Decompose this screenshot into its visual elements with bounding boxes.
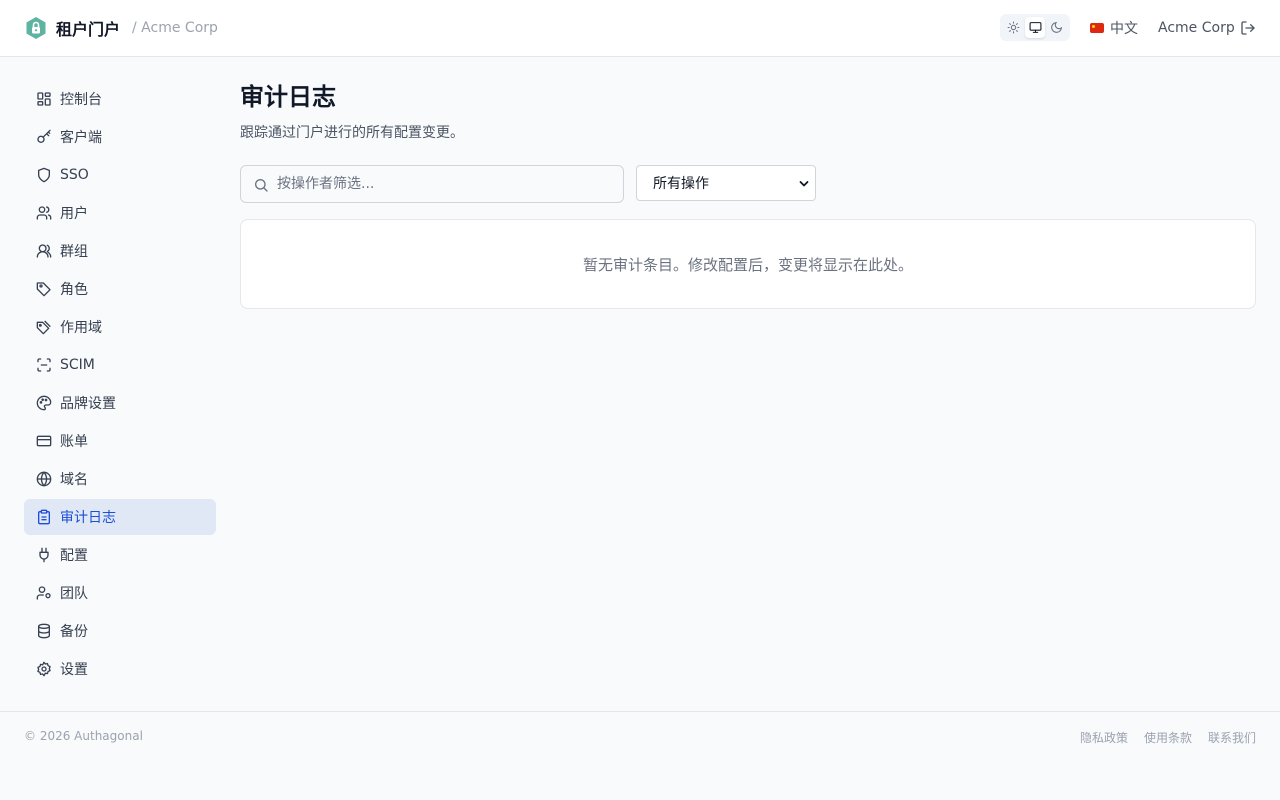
language-label: 中文 (1110, 21, 1138, 37)
tenant-breadcrumb: / Acme Corp (132, 20, 218, 36)
group-icon (36, 244, 52, 258)
main-content: 审计日志 跟踪通过门户进行的所有配置变更。 所有操作 暂无审计条目。修改配置后，… (240, 81, 1256, 309)
theme-light-button[interactable] (1003, 17, 1024, 38)
theme-system-button[interactable] (1024, 17, 1046, 38)
terms-of-use-link[interactable]: 使用条款 (1144, 729, 1192, 746)
sidebar-item-config[interactable]: 配置 (24, 537, 216, 573)
monitor-icon (1029, 22, 1041, 33)
sidebar-item-roles[interactable]: 角色 (24, 271, 216, 307)
database-icon (38, 623, 50, 639)
globe-icon (36, 471, 52, 487)
brand[interactable]: 租户门户 / Acme Corp (24, 16, 218, 40)
gear-icon (37, 661, 51, 677)
sidebar-item-label: SSO (60, 167, 89, 183)
plug-icon (39, 547, 49, 563)
sidebar-item-label: 品牌设置 (60, 396, 116, 412)
sidebar-item-label: SCIM (60, 357, 95, 373)
sidebar-item-label: 角色 (60, 282, 88, 298)
actor-search-field[interactable] (240, 165, 624, 203)
chevron-down-icon (799, 181, 809, 187)
sidebar-item-label: 域名 (60, 472, 88, 488)
lock-hexagon-logo-icon (26, 17, 46, 39)
sidebar-item-dashboard[interactable]: 控制台 (24, 81, 216, 117)
china-flag-icon (1090, 23, 1104, 33)
sidebar-item-label: 用户 (60, 206, 88, 222)
tag-icon (36, 282, 51, 297)
sidebar-item-backups[interactable]: 备份 (24, 613, 216, 649)
palette-icon (36, 395, 52, 411)
language-switcher[interactable]: 中文 (1090, 18, 1138, 38)
users-icon (36, 206, 52, 220)
tags-icon (36, 320, 51, 335)
sidebar-item-branding[interactable]: 品牌设置 (24, 385, 216, 421)
sidebar-item-label: 账单 (60, 434, 88, 450)
sidebar-item-clients[interactable]: 客户端 (24, 119, 216, 155)
sidebar-item-label: 审计日志 (60, 510, 116, 526)
sidebar-item-label: 控制台 (60, 92, 102, 108)
sidebar-item-audit-log[interactable]: 审计日志 (24, 499, 216, 535)
user-cog-icon (36, 586, 51, 600)
footer-links: 隐私政策 使用条款 联系我们 (1064, 729, 1256, 746)
filter-bar: 所有操作 (240, 165, 1256, 203)
moon-icon (1051, 21, 1063, 33)
sidebar-item-billing[interactable]: 账单 (24, 423, 216, 459)
sidebar-item-label: 群组 (60, 244, 88, 260)
sidebar-item-users[interactable]: 用户 (24, 195, 216, 231)
credit-card-icon (36, 435, 52, 447)
theme-dark-button[interactable] (1046, 17, 1067, 38)
sidebar-item-label: 客户端 (60, 130, 102, 146)
contact-us-link[interactable]: 联系我们 (1208, 729, 1256, 746)
sidebar-item-domains[interactable]: 域名 (24, 461, 216, 497)
empty-state-message: 暂无审计条目。修改配置后，变更将显示在此处。 (582, 255, 913, 274)
search-icon (254, 179, 268, 192)
sidebar-item-label: 作用域 (60, 320, 102, 336)
shield-icon (38, 167, 50, 183)
sidebar-item-label: 备份 (60, 624, 88, 640)
sidebar-item-scopes[interactable]: 作用域 (24, 309, 216, 345)
sidebar-item-sso[interactable]: SSO (24, 157, 216, 193)
sidebar-item-groups[interactable]: 群组 (24, 233, 216, 269)
copyright: © 2026 Authagonal (24, 729, 143, 743)
sun-icon (1007, 21, 1020, 34)
theme-switch (1000, 14, 1070, 41)
action-filter-value: 所有操作 (653, 176, 709, 192)
sidebar-item-label: 设置 (60, 662, 88, 678)
sidebar-item-label: 团队 (60, 586, 88, 602)
sidebar-item-team[interactable]: 团队 (24, 575, 216, 611)
sidebar-item-settings[interactable]: 设置 (24, 651, 216, 687)
audit-log-empty-state: 暂无审计条目。修改配置后，变更将显示在此处。 (240, 219, 1256, 309)
dashboard-icon (37, 92, 51, 106)
clipboard-icon (38, 509, 50, 525)
page-title: 审计日志 (240, 83, 336, 111)
action-filter-select[interactable]: 所有操作 (636, 165, 816, 201)
brand-name: 租户门户 (56, 20, 121, 39)
key-icon (37, 129, 51, 143)
sidebar-nav: 控制台 客户端 SSO 用户 群组 角色 作用域 SCIM 品牌设置 账单 域名… (24, 81, 216, 689)
sidebar-item-scim[interactable]: SCIM (24, 347, 216, 383)
scan-icon (37, 358, 51, 372)
privacy-policy-link[interactable]: 隐私政策 (1080, 729, 1128, 746)
account-name[interactable]: Acme Corp (1158, 18, 1235, 38)
top-bar: 租户门户 / Acme Corp 中文 Acme Corp (0, 0, 1280, 57)
page-subtitle: 跟踪通过门户进行的所有配置变更。 (240, 125, 464, 141)
sidebar-item-label: 配置 (60, 548, 88, 564)
logout-icon[interactable] (1240, 20, 1256, 36)
actor-search-input[interactable] (277, 166, 617, 202)
footer: © 2026 Authagonal 隐私政策 使用条款 联系我们 (0, 711, 1280, 800)
